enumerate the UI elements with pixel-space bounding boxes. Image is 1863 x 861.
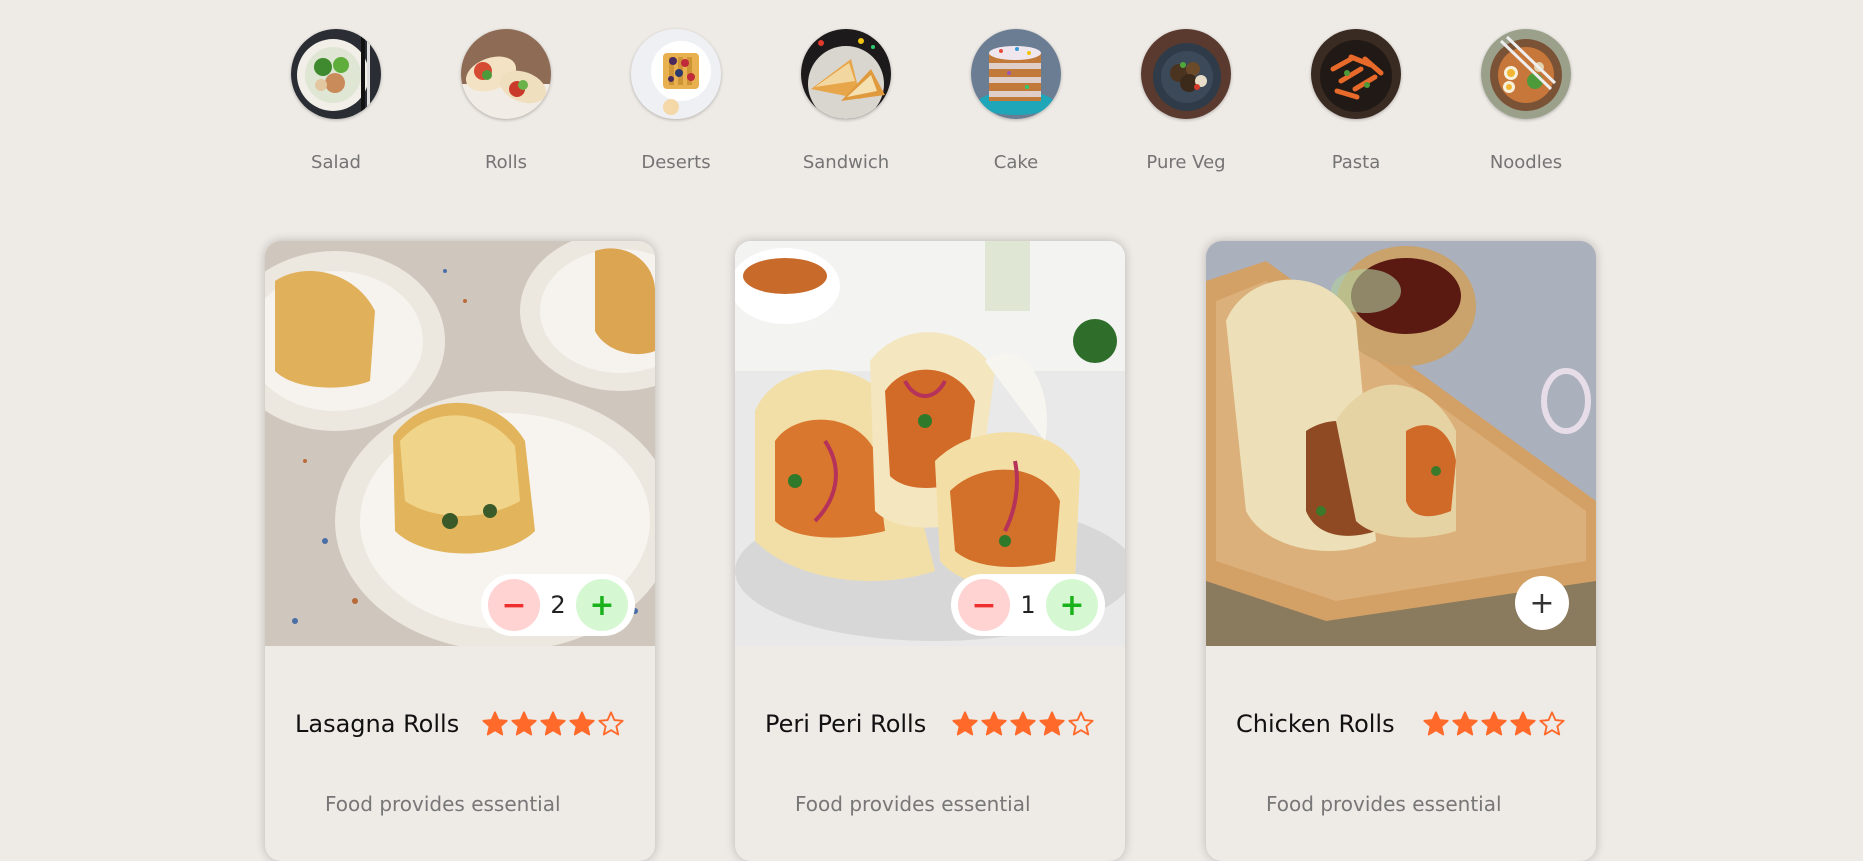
food-image: +	[1206, 241, 1596, 646]
rating-stars	[481, 710, 625, 738]
food-name: Lasagna Rolls	[295, 710, 460, 738]
quantity-value: 1	[1020, 591, 1036, 619]
star-filled-icon	[482, 711, 508, 736]
menu-label: Noodles	[1489, 152, 1563, 173]
menu-item-pasta[interactable]: Pasta	[1296, 29, 1416, 173]
category-menu: Salad Rolls Deserts Sandwich Cake Pure V…	[0, 0, 1863, 200]
sandwich-icon	[801, 29, 891, 119]
veg-plate-icon	[1141, 29, 1231, 119]
food-name: Peri Peri Rolls	[765, 710, 927, 738]
salad-bowl-icon	[291, 29, 381, 119]
food-image: − 1 +	[735, 241, 1125, 646]
star-filled-icon	[1510, 711, 1536, 736]
food-description: Food provides essential	[325, 792, 561, 816]
increase-button[interactable]: +	[576, 579, 628, 631]
star-filled-icon	[1039, 711, 1065, 736]
menu-item-salad[interactable]: Salad	[276, 29, 396, 173]
food-name: Chicken Rolls	[1236, 710, 1395, 738]
decrease-button[interactable]: −	[488, 579, 540, 631]
quantity-counter: − 2 +	[481, 574, 635, 636]
quantity-value: 2	[550, 591, 566, 619]
quantity-counter: − 1 +	[951, 574, 1105, 636]
menu-item-noodles[interactable]: Noodles	[1466, 29, 1586, 173]
food-card: − 1 + Peri Peri Rolls Food provides esse…	[735, 241, 1125, 861]
menu-label: Salad	[311, 152, 361, 173]
rating-stars	[951, 710, 1095, 738]
cake-icon	[971, 29, 1061, 119]
star-filled-icon	[1010, 711, 1036, 736]
menu-item-deserts[interactable]: Deserts	[616, 29, 736, 173]
menu-label: Rolls	[484, 152, 528, 173]
waffle-icon	[631, 29, 721, 119]
star-filled-icon	[540, 711, 566, 736]
star-outline-icon	[1068, 711, 1094, 736]
menu-item-cake[interactable]: Cake	[956, 29, 1076, 173]
food-card: + Chicken Rolls Food provides essential	[1206, 241, 1596, 861]
decrease-button[interactable]: −	[958, 579, 1010, 631]
noodles-icon	[1481, 29, 1571, 119]
menu-label: Deserts	[641, 152, 711, 173]
title-row: Chicken Rolls	[1236, 710, 1566, 738]
title-row: Peri Peri Rolls	[765, 710, 1095, 738]
star-filled-icon	[569, 711, 595, 736]
rating-stars	[1422, 710, 1566, 738]
star-outline-icon	[1539, 711, 1565, 736]
star-filled-icon	[981, 711, 1007, 736]
star-filled-icon	[1481, 711, 1507, 736]
menu-label: Sandwich	[802, 152, 890, 173]
food-card: − 2 + Lasagna Rolls Food provides essent…	[265, 241, 655, 861]
star-filled-icon	[952, 711, 978, 736]
food-image: − 2 +	[265, 241, 655, 646]
pasta-icon	[1311, 29, 1401, 119]
menu-label: Pasta	[1331, 152, 1381, 173]
star-filled-icon	[1452, 711, 1478, 736]
add-to-cart-button[interactable]: +	[1515, 576, 1569, 630]
food-description: Food provides essential	[1266, 792, 1502, 816]
menu-label: Cake	[993, 152, 1039, 173]
menu-item-pure-veg[interactable]: Pure Veg	[1126, 29, 1246, 173]
food-description: Food provides essential	[795, 792, 1031, 816]
star-outline-icon	[598, 711, 624, 736]
title-row: Lasagna Rolls	[295, 710, 625, 738]
increase-button[interactable]: +	[1046, 579, 1098, 631]
star-filled-icon	[511, 711, 537, 736]
rolls-icon	[461, 29, 551, 119]
star-filled-icon	[1423, 711, 1449, 736]
menu-item-sandwich[interactable]: Sandwich	[786, 29, 906, 173]
menu-label: Pure Veg	[1146, 152, 1226, 173]
menu-item-rolls[interactable]: Rolls	[446, 29, 566, 173]
